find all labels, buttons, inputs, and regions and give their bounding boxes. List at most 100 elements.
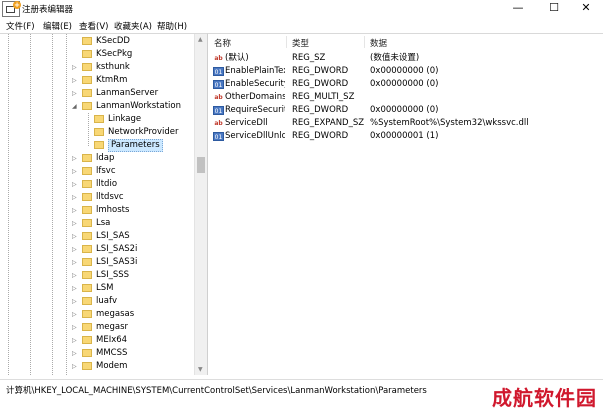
- column-header-type[interactable]: 类型: [292, 37, 309, 49]
- tree-item-lsi-sas3i[interactable]: ▷ LSI_SAS3i: [0, 256, 192, 269]
- maximize-button[interactable]: ☐: [537, 0, 571, 17]
- expand-arrow-icon[interactable]: ▷: [72, 152, 80, 165]
- tree-item-lsa[interactable]: ▷ Lsa: [0, 217, 192, 230]
- tree-item-megasas[interactable]: ▷ megasas: [0, 308, 192, 321]
- value-row[interactable]: 01RequireSecurit... REG_DWORD 0x00000000 (…: [208, 104, 603, 117]
- value-row[interactable]: ab ServiceDll REG_EXPAND_SZ %SystemRoot%\Sy…: [208, 117, 603, 130]
- scroll-up-arrow-icon[interactable]: ▲: [198, 36, 203, 43]
- expand-arrow-icon[interactable]: ▷: [72, 217, 80, 230]
- expand-arrow-icon[interactable]: ▷: [72, 204, 80, 217]
- regedit-app-icon[interactable]: +: [2, 1, 21, 17]
- expand-arrow-icon[interactable]: ▷: [72, 165, 80, 178]
- tree-scrollbar[interactable]: ▲ ▼: [194, 34, 207, 375]
- tree-item-lsi-sas2i[interactable]: ▷ LSI_SAS2i: [0, 243, 192, 256]
- tree-item-label: lfsvc: [96, 166, 116, 176]
- folder-icon: [82, 193, 92, 201]
- value-list[interactable]: 名称 类型 数据 ab (默认) REG_SZ (数值未设置) 01 EnablePlai…: [208, 33, 603, 375]
- binary-value-icon: 01: [213, 132, 224, 141]
- expand-arrow-icon[interactable]: ▷: [72, 256, 80, 269]
- tree-item-linkage[interactable]: Linkage: [0, 113, 192, 126]
- value-row[interactable]: 01ServiceDllUnlo... REG_DWORD 0x00000001 (…: [208, 130, 603, 143]
- folder-icon: [82, 154, 92, 162]
- expand-arrow-icon[interactable]: ▷: [72, 360, 80, 373]
- column-header-name[interactable]: 名称: [214, 37, 231, 49]
- expand-arrow-icon[interactable]: ▷: [72, 74, 80, 87]
- column-separator[interactable]: [364, 36, 365, 48]
- expand-arrow-icon[interactable]: ▷: [72, 347, 80, 360]
- expand-arrow-icon[interactable]: ▷: [72, 321, 80, 334]
- tree-item-mmcss[interactable]: ▷ MMCSS: [0, 347, 192, 360]
- tree-item-ksecdd[interactable]: KSecDD: [0, 35, 192, 48]
- tree-item-ksthunk[interactable]: ▷ ksthunk: [0, 61, 192, 74]
- expand-arrow-icon[interactable]: ▷: [72, 295, 80, 308]
- value-row[interactable]: ab (默认) REG_SZ (数值未设置): [208, 52, 603, 65]
- folder-icon: [82, 102, 92, 110]
- expand-arrow-icon[interactable]: ▷: [72, 191, 80, 204]
- tree-item-label: KSecPkg: [96, 49, 133, 59]
- tree-item-meix64[interactable]: ▷ MEIx64: [0, 334, 192, 347]
- tree-item-lltdsvc[interactable]: ▷ lltdsvc: [0, 191, 192, 204]
- expand-arrow-icon[interactable]: ▷: [72, 87, 80, 100]
- value-data: 0x00000000 (0): [370, 66, 439, 76]
- menu-file[interactable]: 文件(F): [6, 20, 35, 32]
- expand-arrow-icon[interactable]: ▷: [72, 243, 80, 256]
- tree-item-label: ldap: [96, 153, 115, 163]
- tree-item-label: NetworkProvider: [108, 127, 179, 137]
- tree-item-lsi-sas[interactable]: ▷ LSI_SAS: [0, 230, 192, 243]
- tree-item-ktmrm[interactable]: ▷ KtmRm: [0, 74, 192, 87]
- value-row[interactable]: 01EnablePlainTex... REG_DWORD 0x00000000 (…: [208, 65, 603, 78]
- value-name: (默认): [225, 53, 249, 63]
- tree-item-lanmanworkstation[interactable]: ◢ LanmanWorkstation: [0, 100, 192, 113]
- tree-item-ksecpkg[interactable]: KSecPkg: [0, 48, 192, 61]
- menu-help[interactable]: 帮助(H): [157, 20, 187, 32]
- tree-item-modem[interactable]: ▷ Modem: [0, 360, 192, 373]
- expand-arrow-icon[interactable]: ▷: [72, 308, 80, 321]
- tree-item-label: megasr: [96, 322, 129, 332]
- value-type: REG_DWORD: [292, 131, 349, 141]
- expand-arrow-icon[interactable]: ▷: [72, 178, 80, 191]
- key-tree[interactable]: KSecDD KSecPkg ▷ ksthunk ▷ KtmRm ▷ LanmanServer…: [0, 33, 208, 375]
- collapse-arrow-icon[interactable]: ◢: [72, 100, 80, 113]
- string-value-icon: ab: [214, 94, 223, 101]
- scrollbar-thumb[interactable]: [197, 157, 205, 173]
- expand-arrow-icon[interactable]: ▷: [72, 282, 80, 295]
- status-bar: 计算机\HKEY_LOCAL_MACHINE\SYSTEM\CurrentCon…: [0, 379, 603, 410]
- menu-favorites[interactable]: 收藏夹(A): [114, 20, 152, 32]
- tree-item-lfsvc[interactable]: ▷ lfsvc: [0, 165, 192, 178]
- column-separator[interactable]: [286, 36, 287, 48]
- value-row[interactable]: 01EnableSecurity... REG_DWORD 0x00000000 (…: [208, 78, 603, 91]
- value-type: REG_DWORD: [292, 79, 349, 89]
- tree-item-parameters[interactable]: Parameters: [0, 139, 192, 152]
- expand-arrow-icon[interactable]: ▷: [72, 61, 80, 74]
- tree-item-lanmanserver[interactable]: ▷ LanmanServer: [0, 87, 192, 100]
- tree-item-lsm[interactable]: ▷ LSM: [0, 282, 192, 295]
- tree-item-label: MEIx64: [96, 335, 128, 345]
- tree-item-lmhosts[interactable]: ▷ lmhosts: [0, 204, 192, 217]
- expand-arrow-icon[interactable]: ▷: [72, 269, 80, 282]
- folder-icon: [94, 115, 104, 123]
- minimize-button[interactable]: —: [501, 0, 535, 17]
- tree-item-label: lmhosts: [96, 205, 130, 215]
- close-button[interactable]: ✕: [569, 0, 603, 17]
- tree-item-networkprovider[interactable]: NetworkProvider: [0, 126, 192, 139]
- tree-item-luafv[interactable]: ▷ luafv: [0, 295, 192, 308]
- scroll-down-arrow-icon[interactable]: ▼: [198, 366, 203, 373]
- folder-icon: [82, 349, 92, 357]
- value-row[interactable]: ab OtherDomains REG_MULTI_SZ: [208, 91, 603, 104]
- folder-icon: [82, 336, 92, 344]
- tree-item-lltdio[interactable]: ▷ lltdio: [0, 178, 192, 191]
- column-header-data[interactable]: 数据: [370, 37, 387, 49]
- tree-item-megasr[interactable]: ▷ megasr: [0, 321, 192, 334]
- folder-icon: [82, 89, 92, 97]
- folder-icon: [82, 297, 92, 305]
- menu-edit[interactable]: 编辑(E): [43, 20, 72, 32]
- folder-icon: [82, 258, 92, 266]
- menu-bar: 文件(F) 编辑(E) 查看(V) 收藏夹(A) 帮助(H): [0, 17, 603, 33]
- menu-view[interactable]: 查看(V): [79, 20, 108, 32]
- tree-item-ldap[interactable]: ▷ ldap: [0, 152, 192, 165]
- tree-item-lsi-sss[interactable]: ▷ LSI_SSS: [0, 269, 192, 282]
- folder-icon: [82, 284, 92, 292]
- expand-arrow-icon[interactable]: ▷: [72, 230, 80, 243]
- expand-arrow-icon[interactable]: ▷: [72, 334, 80, 347]
- folder-icon: [94, 141, 104, 149]
